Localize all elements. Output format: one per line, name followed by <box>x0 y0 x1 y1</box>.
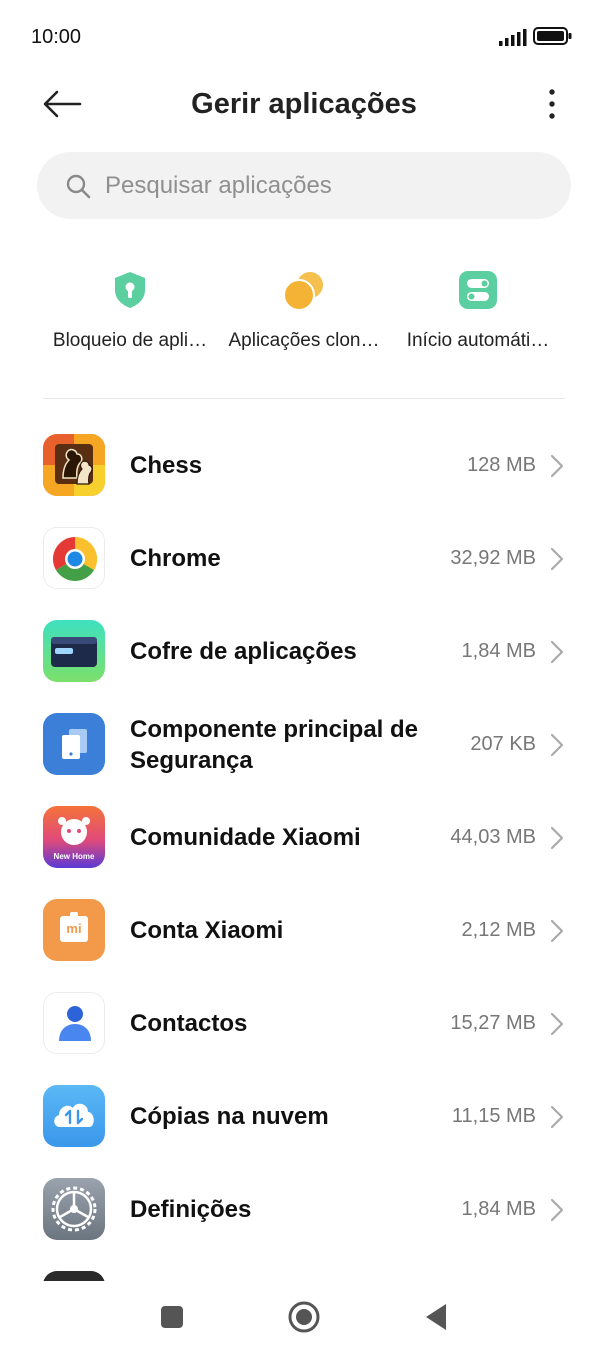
icon-caption: mi <box>66 921 82 936</box>
clone-circles-icon <box>283 272 323 311</box>
shortcut-label: Aplicações clon… <box>228 330 380 351</box>
app-size: 11,15 MB <box>451 1105 536 1127</box>
app-row-settings[interactable]: Definições 1,84 MB <box>0 1163 608 1256</box>
chevron-right-icon <box>550 454 564 478</box>
navigation-bar <box>0 1282 608 1352</box>
icon-caption: New Home <box>53 852 95 861</box>
triangle-back-icon <box>426 1304 446 1330</box>
autostart-shortcut[interactable]: Início automáti… <box>388 264 568 364</box>
app-vault-icon <box>43 620 105 682</box>
clone-apps-shortcut[interactable]: Aplicações clon… <box>214 264 394 364</box>
chevron-right-icon <box>550 733 564 757</box>
chevron-right-icon <box>550 640 564 664</box>
chrome-app-icon <box>43 527 105 589</box>
app-size: 1,84 MB <box>461 640 536 662</box>
back-button[interactable] <box>38 84 86 124</box>
xiaomi-community-icon: New Home <box>43 806 105 868</box>
app-name: Chrome <box>130 545 221 572</box>
battery-icon <box>533 27 572 45</box>
app-row-chess[interactable]: Chess 128 MB <box>0 419 608 512</box>
arrow-left-icon <box>43 90 82 118</box>
app-name: Componente principal de Segurança <box>130 715 419 774</box>
app-row-cloud-backup[interactable]: Cópias na nuvem 11,15 MB <box>0 1070 608 1163</box>
signal-icon <box>499 29 527 46</box>
back-nav-button[interactable] <box>416 1300 456 1334</box>
search-icon <box>66 174 91 198</box>
chevron-right-icon <box>550 1012 564 1036</box>
app-row-partial[interactable] <box>0 1256 608 1281</box>
app-row-app-vault[interactable]: Cofre de aplicações 1,84 MB <box>0 605 608 698</box>
chevron-right-icon <box>550 826 564 850</box>
app-size: 128 MB <box>467 454 536 476</box>
xiaomi-account-icon: mi <box>43 899 105 961</box>
shortcut-label: Início automáti… <box>406 330 550 351</box>
circle-home-icon <box>288 1301 320 1333</box>
header: Gerir aplicações <box>0 76 608 132</box>
square-icon <box>161 1306 183 1328</box>
app-size: 2,12 MB <box>461 919 536 941</box>
app-list: Chess 128 MB Chrome 32,92 MB Cofre de ap… <box>0 419 608 1281</box>
app-name: Cópias na nuvem <box>130 1103 329 1130</box>
app-row-security-core[interactable]: Componente principal de Segurança 207 KB <box>0 698 608 791</box>
more-options-button[interactable] <box>534 82 570 126</box>
status-time: 10:00 <box>31 26 82 48</box>
app-name: Definições <box>130 1196 252 1223</box>
cloud-backup-icon <box>43 1085 105 1147</box>
chess-app-icon <box>43 434 105 496</box>
app-name: Comunidade Xiaomi <box>130 824 361 851</box>
home-button[interactable] <box>284 1300 324 1334</box>
recents-button[interactable] <box>152 1300 192 1334</box>
divider <box>43 398 565 399</box>
app-row-xiaomi-community[interactable]: New Home Comunidade Xiaomi 44,03 MB <box>0 791 608 884</box>
search-bar[interactable] <box>37 152 571 219</box>
toggle-switch-icon <box>459 271 497 309</box>
app-lock-shortcut[interactable]: Bloqueio de apli… <box>40 264 220 364</box>
app-name: Cofre de aplicações <box>130 638 357 665</box>
chevron-right-icon <box>550 919 564 943</box>
chevron-right-icon <box>550 1105 564 1129</box>
contacts-app-icon <box>43 992 105 1054</box>
app-size: 1,84 MB <box>461 1198 536 1220</box>
shortcuts-row: Bloqueio de apli… Aplicações clon… Iníci… <box>0 264 608 364</box>
chevron-right-icon <box>550 547 564 571</box>
app-size: 44,03 MB <box>450 826 536 848</box>
vertical-dots-icon <box>549 89 555 119</box>
settings-app-icon <box>43 1178 105 1240</box>
status-bar: 10:00 <box>0 0 608 76</box>
app-row-xiaomi-account[interactable]: mi Conta Xiaomi 2,12 MB <box>0 884 608 977</box>
app-name: Conta Xiaomi <box>130 917 284 944</box>
app-name: Contactos <box>130 1010 248 1037</box>
page-title: Gerir aplicações <box>191 88 417 120</box>
app-name: Chess <box>130 452 203 479</box>
shortcut-label: Bloqueio de apli… <box>52 330 208 351</box>
search-input[interactable] <box>105 171 525 200</box>
chevron-right-icon <box>550 1198 564 1222</box>
app-size: 207 KB <box>470 733 536 755</box>
shield-lock-icon <box>115 272 145 308</box>
app-icon-partial <box>43 1271 105 1281</box>
app-size: 32,92 MB <box>450 547 536 569</box>
app-row-contacts[interactable]: Contactos 15,27 MB <box>0 977 608 1070</box>
app-size: 15,27 MB <box>450 1012 536 1034</box>
app-row-chrome[interactable]: Chrome 32,92 MB <box>0 512 608 605</box>
security-core-icon <box>43 713 105 775</box>
